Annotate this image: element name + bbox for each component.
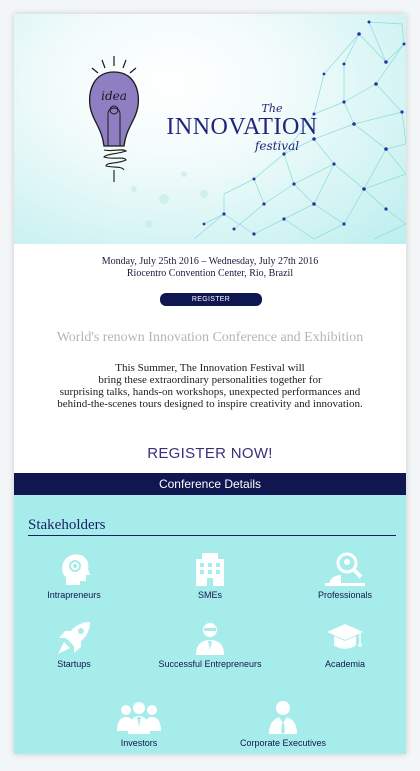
stakeholder-label: Professionals <box>317 590 373 600</box>
executive-icon <box>269 701 297 734</box>
tagline: World's renown Innovation Conference and… <box>56 330 364 345</box>
stakeholder-label: Intrapreneurs <box>47 590 101 600</box>
newsletter-card: idea The INNOVATION festival Monday, Jul… <box>14 14 406 754</box>
head-gear-icon <box>62 554 90 585</box>
stakeholder-label: Successful Entrepreneurs <box>158 659 262 669</box>
hero-banner: idea The INNOVATION festival <box>14 14 406 244</box>
stakeholder-label: Startups <box>57 659 91 669</box>
register-button[interactable]: REGISTER <box>160 293 262 306</box>
stakeholders-divider <box>28 535 396 536</box>
venue-line: Riocentro Convention Center, Rio, Brazil <box>126 268 294 279</box>
event-dates: Monday, July 25th 2016 – Wednesday, July… <box>14 256 406 280</box>
bulb-text: idea <box>101 89 127 103</box>
intro-line: surprising talks, hands-on workshops, un… <box>59 386 361 398</box>
rocket-icon <box>58 622 90 654</box>
logo-festival: festival <box>254 139 300 153</box>
idea-bulb-icon: idea <box>88 56 140 182</box>
intro-line: This Summer, The Innovation Festival wil… <box>115 362 305 374</box>
stakeholder-academia[interactable]: Academia <box>290 620 400 670</box>
logo-innovation: INNOVATION <box>166 114 318 140</box>
magnifier-person-icon <box>325 552 365 586</box>
stakeholder-smes[interactable]: SMEs <box>155 551 265 601</box>
stakeholder-startups[interactable]: Startups <box>19 620 129 670</box>
businessman-icon <box>196 623 224 655</box>
stakeholder-intrapreneurs[interactable]: Intrapreneurs <box>19 551 129 601</box>
festival-logo: The INNOVATION festival <box>162 102 322 153</box>
stakeholder-successful-entrepreneurs[interactable]: Successful Entrepreneurs <box>155 620 265 670</box>
stakeholders-section: Stakeholders Intrapreneurs SMEs Professi… <box>14 495 406 754</box>
building-icon <box>196 553 224 586</box>
stakeholder-corporate-executives[interactable]: Corporate Executives <box>228 699 338 749</box>
stakeholder-professionals[interactable]: Professionals <box>290 551 400 601</box>
stakeholders-title: Stakeholders <box>28 517 106 533</box>
graduation-cap-icon <box>327 624 363 649</box>
stakeholder-label: SMEs <box>197 590 222 600</box>
dates-line: Monday, July 25th 2016 – Wednesday, July… <box>101 256 319 267</box>
stakeholder-label: Investors <box>120 738 158 748</box>
stakeholder-investors[interactable]: Investors <box>84 699 194 749</box>
intro-line: behind-the-scenes tours designed to insp… <box>57 398 363 410</box>
register-now-link[interactable]: REGISTER NOW! <box>14 445 406 462</box>
intro-line: bring these extraordinary personalities … <box>98 374 322 386</box>
conference-details-bar[interactable]: Conference Details <box>14 473 406 495</box>
intro-text: This Summer, The Innovation Festival wil… <box>34 362 386 410</box>
stakeholder-label: Academia <box>324 659 366 669</box>
group-icon <box>117 702 161 734</box>
stakeholder-label: Corporate Executives <box>239 738 327 748</box>
